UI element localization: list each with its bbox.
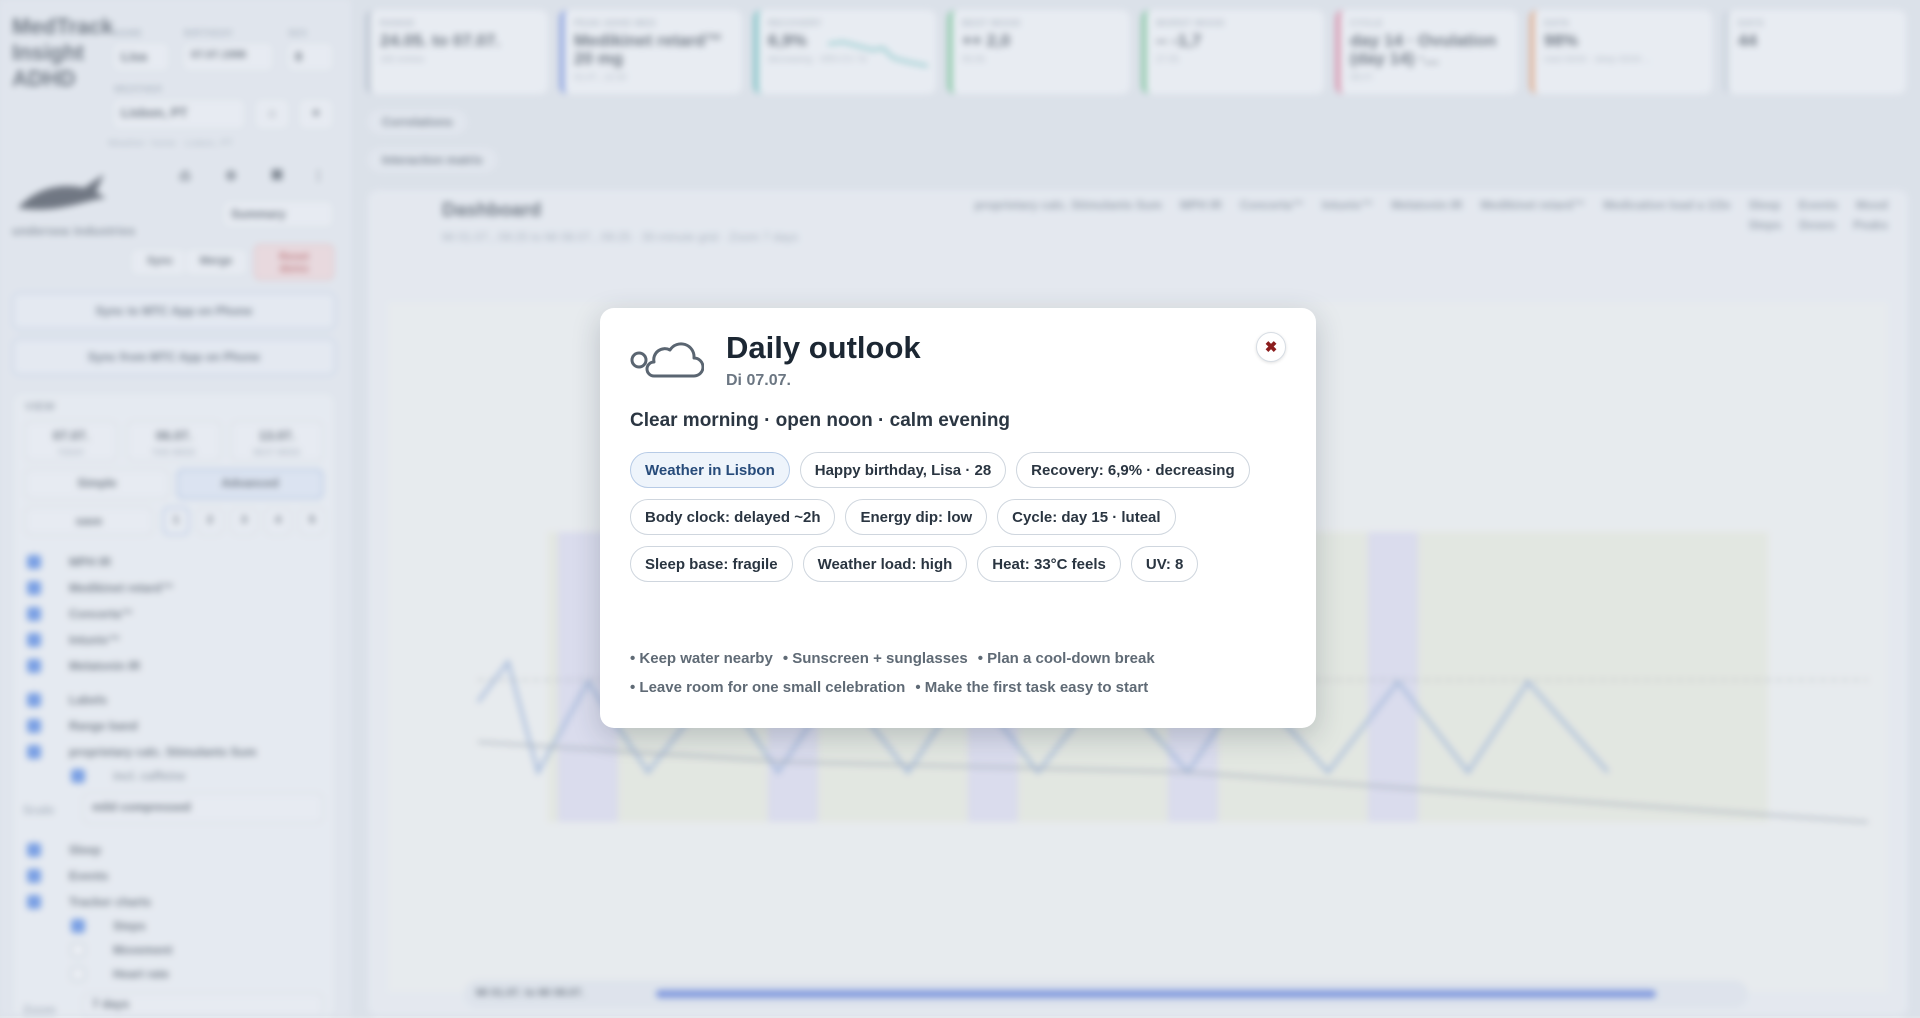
dialog-title: Daily outlook — [726, 330, 921, 365]
tip-item: • Leave room for one small celebration — [630, 679, 906, 696]
weather-load-chip: Weather load: high — [802, 546, 968, 582]
dialog-date: Di 07.07. — [726, 372, 791, 389]
tip-item: • Sunscreen + sunglasses — [782, 650, 968, 667]
weather-chip[interactable]: Weather in Lisbon — [630, 452, 790, 488]
outlook-chips: Weather in Lisbon Happy birthday, Lisa ·… — [630, 452, 1290, 582]
body-clock-chip: Body clock: delayed ~2h — [630, 499, 836, 535]
outlook-headline: Clear morning · open noon · calm evening — [630, 410, 1011, 431]
uv-chip: UV: 8 — [1130, 546, 1199, 582]
birthday-chip: Happy birthday, Lisa · 28 — [799, 452, 1007, 488]
daily-outlook-dialog: Daily outlook Di 07.07. ✖ Clear morning … — [600, 308, 1316, 728]
energy-dip-chip: Energy dip: low — [845, 499, 988, 535]
cycle-chip: Cycle: day 15 · luteal — [997, 499, 1176, 535]
outlook-tips: • Keep water nearby • Sunscreen + sungla… — [630, 650, 1290, 696]
close-icon[interactable]: ✖ — [1256, 332, 1286, 362]
tip-item: • Plan a cool-down break — [977, 650, 1155, 667]
heat-chip: Heat: 33°C feels — [977, 546, 1121, 582]
cloud-icon — [630, 342, 704, 378]
tip-item: • Keep water nearby — [630, 650, 773, 667]
recovery-chip: Recovery: 6,9% · decreasing — [1016, 452, 1250, 488]
tip-item: • Make the first task easy to start — [915, 679, 1149, 696]
sleep-base-chip: Sleep base: fragile — [630, 546, 793, 582]
